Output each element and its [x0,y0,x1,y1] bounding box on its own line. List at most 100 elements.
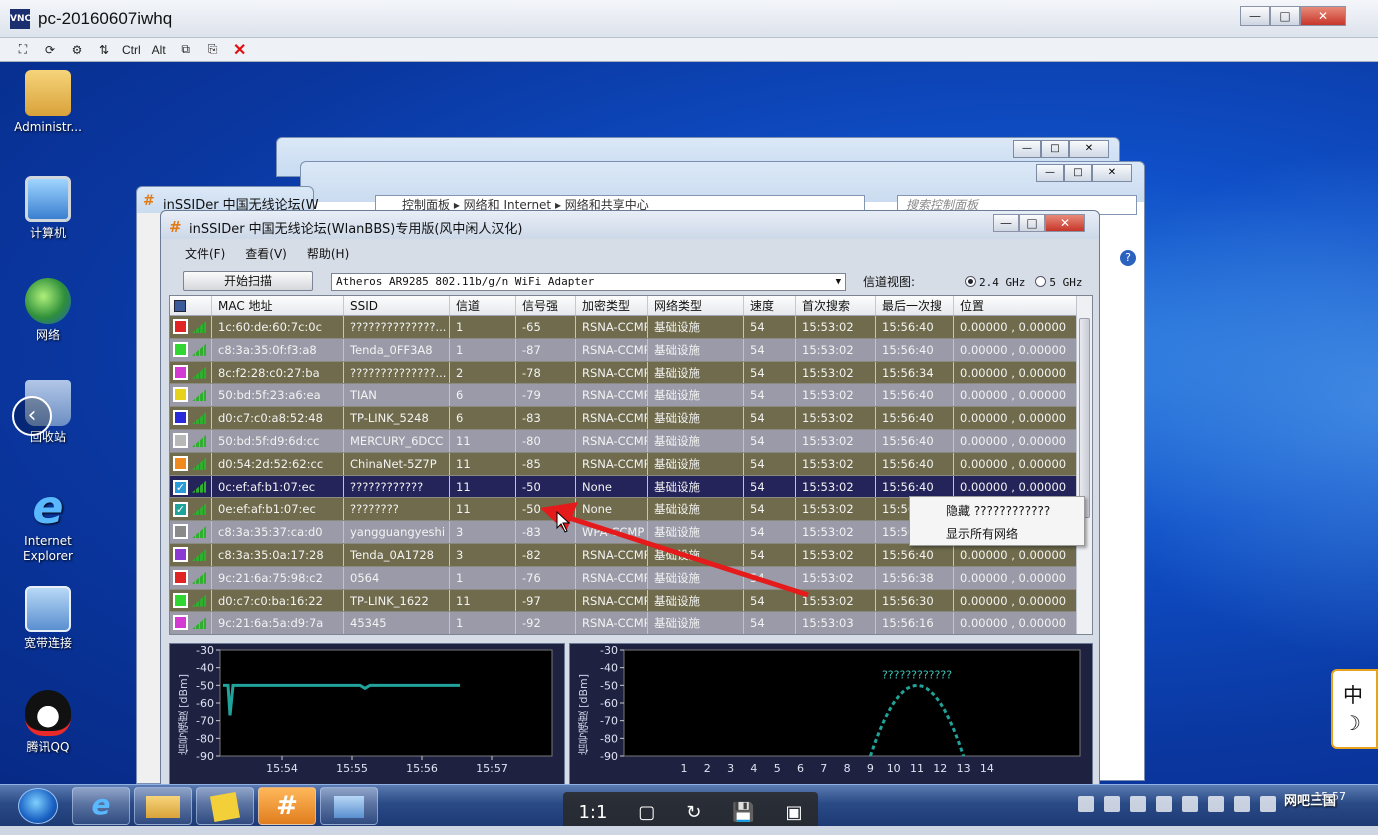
rotate-icon[interactable]: ↻ [686,802,701,823]
ctrl-key-button[interactable]: Ctrl [122,41,141,59]
keyboard-icon[interactable] [1078,796,1094,812]
table-row[interactable]: 9c:21:6a:75:98:c2 0564 1 -76 RSNA-CCMP 基础设施 54… [170,566,1092,590]
channel-tick-label: 9 [867,762,874,775]
row-checkbox[interactable] [170,407,192,429]
row-checkbox[interactable] [170,567,192,589]
minimize-button[interactable]: — [1036,164,1064,182]
table-row[interactable]: c8:3a:35:0f:f3:a8 Tenda_0FF3A8 1 -87 RSNA-CC… [170,338,1092,362]
row-checkbox[interactable] [170,544,192,566]
refresh-icon[interactable]: ⟳ [41,41,59,59]
window-icon[interactable]: ▣ [786,802,803,823]
maximize-button[interactable]: □ [1270,6,1300,26]
cell-channel: 1 [450,612,516,634]
cell-speed: 54 [744,452,796,475]
tray-app-icon[interactable] [1104,796,1120,812]
row-checkbox[interactable] [170,521,192,543]
table-row[interactable]: 1c:60:de:60:7c:0c??????????????... 1 -65 RS… [170,316,1092,339]
taskbar-inssider-icon[interactable]: # [258,787,316,825]
close-button[interactable]: ✕ [1092,164,1132,182]
row-checkbox[interactable] [170,590,192,612]
scrollbar-thumb[interactable] [1079,318,1090,518]
fullscreen-icon[interactable]: ⛶ [14,41,32,59]
desktop-icon-qq[interactable]: 腾讯QQ [8,690,88,755]
header-rssi[interactable]: 信号强 [516,296,576,315]
header-first-seen[interactable]: 首次搜索 [796,296,876,315]
taskbar-notes-icon[interactable] [196,787,254,825]
maximize-button[interactable]: □ [1064,164,1092,182]
taskbar-ie-icon[interactable]: e [72,787,130,825]
minimize-button[interactable]: — [993,214,1019,232]
tray-folder-icon[interactable] [1156,796,1172,812]
header-position[interactable]: 位置 [954,296,1078,315]
ime-indicator[interactable]: 中 ☽ [1331,669,1378,749]
volume-icon[interactable] [1260,796,1276,812]
disconnect-icon[interactable]: ✕ [231,41,249,59]
minimize-button[interactable]: — [1240,6,1270,26]
row-checkbox[interactable] [170,453,192,475]
taskbar-explorer-icon[interactable] [134,787,192,825]
fit-screen-icon[interactable]: ▢ [638,802,655,823]
table-row[interactable]: 50:bd:5f:d9:6d:cc MERCURY_6DCC 11 -80 RSNA-C… [170,429,1092,453]
table-row[interactable]: d0:54:2d:52:62:cc ChinaNet-5Z7P 11 -85 RSNA-… [170,452,1092,476]
save-icon[interactable]: 💾 [732,802,754,823]
desktop-icon-ie[interactable]: e Internet Explorer [8,484,88,564]
start-button[interactable] [18,788,58,824]
band-24-radio[interactable]: 2.4 GHz [965,275,1025,289]
select-all-checkbox[interactable] [170,296,212,315]
help-icon[interactable]: ? [1120,250,1136,266]
context-hide-network[interactable]: 隐藏 ???????????? [910,497,1084,520]
signal-icon[interactable] [1234,796,1250,812]
maximize-button[interactable]: □ [1019,214,1045,232]
table-row[interactable]: ✓ 0c:ef:af:b1:07:ec???????????? 11 -50 None 基… [170,475,1092,499]
maximize-button[interactable]: □ [1041,140,1069,158]
row-checkbox[interactable] [170,339,192,361]
menu-view[interactable]: 查看(V) [245,245,287,262]
copy-icon[interactable]: ⧉ [177,41,195,59]
table-row[interactable]: d0:c7:c0:a8:52:48 TP-LINK_5248 6 -83 RSNA-CC… [170,407,1092,430]
options-icon[interactable]: ⚙ [68,41,86,59]
adapter-select[interactable]: Atheros AR9285 802.11b/g/n WiFi Adapter … [331,273,846,291]
row-checkbox[interactable] [170,362,192,384]
header-last-seen[interactable]: 最后一次搜 [876,296,954,315]
close-button[interactable]: ✕ [1069,140,1109,158]
tray-device-icon[interactable] [1208,796,1224,812]
desktop-icon-computer[interactable]: 计算机 [8,176,88,241]
header-speed[interactable]: 速度 [744,296,796,315]
row-checkbox[interactable]: ✓ [170,476,192,498]
desktop-icon-administrator[interactable]: Administr... [8,70,88,135]
row-checkbox[interactable] [170,612,192,634]
header-channel[interactable]: 信道 [450,296,516,315]
alt-key-button[interactable]: Alt [150,41,168,59]
connect-icon[interactable]: ⎘ [204,41,222,59]
transfer-icon[interactable]: ⇅ [95,41,113,59]
start-scan-button[interactable]: 开始扫描 [183,271,313,291]
header-ssid[interactable]: SSID [344,296,450,315]
table-row[interactable]: c8:3a:35:0a:17:28 Tenda_0A1728 3 -82 RSNA-CC… [170,543,1092,567]
taskbar-network-center-icon[interactable] [320,787,378,825]
table-scrollbar[interactable] [1076,296,1092,634]
minimize-button[interactable]: — [1013,140,1041,158]
band-5-radio[interactable]: 5 GHz [1035,275,1083,289]
close-button[interactable]: ✕ [1300,6,1346,26]
row-checkbox[interactable] [170,430,192,452]
menu-help[interactable]: 帮助(H) [307,245,349,262]
context-show-all-networks[interactable]: 显示所有网络 [910,520,1084,543]
previous-page-button[interactable]: ‹ [12,396,52,436]
tray-flag-icon[interactable] [1182,796,1198,812]
table-row[interactable]: d0:c7:c0:ba:16:22 TP-LINK_1622 11 -97 RSNA-C… [170,589,1092,613]
table-row[interactable]: 50:bd:5f:23:a6:ea TIAN 6 -79 RSNA-CCMP 基础设施 54… [170,384,1092,408]
header-network-type[interactable]: 网络类型 [648,296,744,315]
header-mac[interactable]: MAC 地址 [212,296,344,315]
row-checkbox[interactable] [170,316,192,338]
desktop-icon-broadband[interactable]: 宽带连接 [8,586,88,651]
row-checkbox[interactable]: ✓ [170,498,192,520]
close-button[interactable]: ✕ [1045,214,1085,232]
desktop-icon-network[interactable]: 网络 [8,278,88,343]
tray-v-icon[interactable] [1130,796,1146,812]
row-checkbox[interactable] [170,384,192,406]
table-row[interactable]: 9c:21:6a:5a:d9:7a 45345 1 -92 RSNA-CCMP 基础设施 5… [170,612,1092,634]
zoom-1to1-button[interactable]: 1:1 [578,802,607,823]
header-security[interactable]: 加密类型 [576,296,648,315]
menu-file[interactable]: 文件(F) [185,245,225,262]
table-row[interactable]: 8c:f2:28:c0:27:ba??????????????... 2 -78 RS… [170,361,1092,385]
